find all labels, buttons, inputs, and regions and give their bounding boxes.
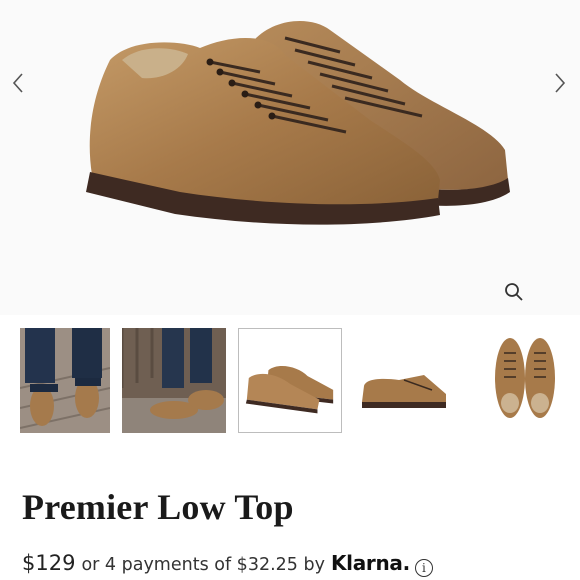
product-price: $129 [22, 551, 76, 575]
chevron-left-icon [12, 73, 23, 93]
info-icon[interactable]: i [414, 559, 433, 577]
installments-text: or 4 payments of $32.25 by [81, 555, 325, 575]
thumbnail-side-view[interactable] [354, 328, 458, 433]
next-image-button[interactable] [548, 68, 572, 98]
price-row: $129 or 4 payments of $32.25 by Klarna. … [22, 551, 433, 577]
thumbnail-top-view[interactable] [470, 328, 580, 433]
previous-image-button[interactable] [6, 68, 30, 98]
magnifier-icon [505, 283, 523, 301]
thumbnail-lifestyle-2[interactable] [122, 328, 226, 433]
product-title: Premier Low Top [22, 487, 294, 527]
thumbnail-strip [0, 328, 580, 436]
zoom-button[interactable] [500, 278, 528, 306]
thumbnail-pair-angle[interactable] [238, 328, 342, 433]
product-gallery [0, 0, 580, 315]
chevron-right-icon [555, 73, 566, 93]
thumbnail-lifestyle-1[interactable] [20, 328, 110, 433]
klarna-logo: Klarna. [330, 551, 410, 575]
hero-product-image [86, 21, 510, 225]
